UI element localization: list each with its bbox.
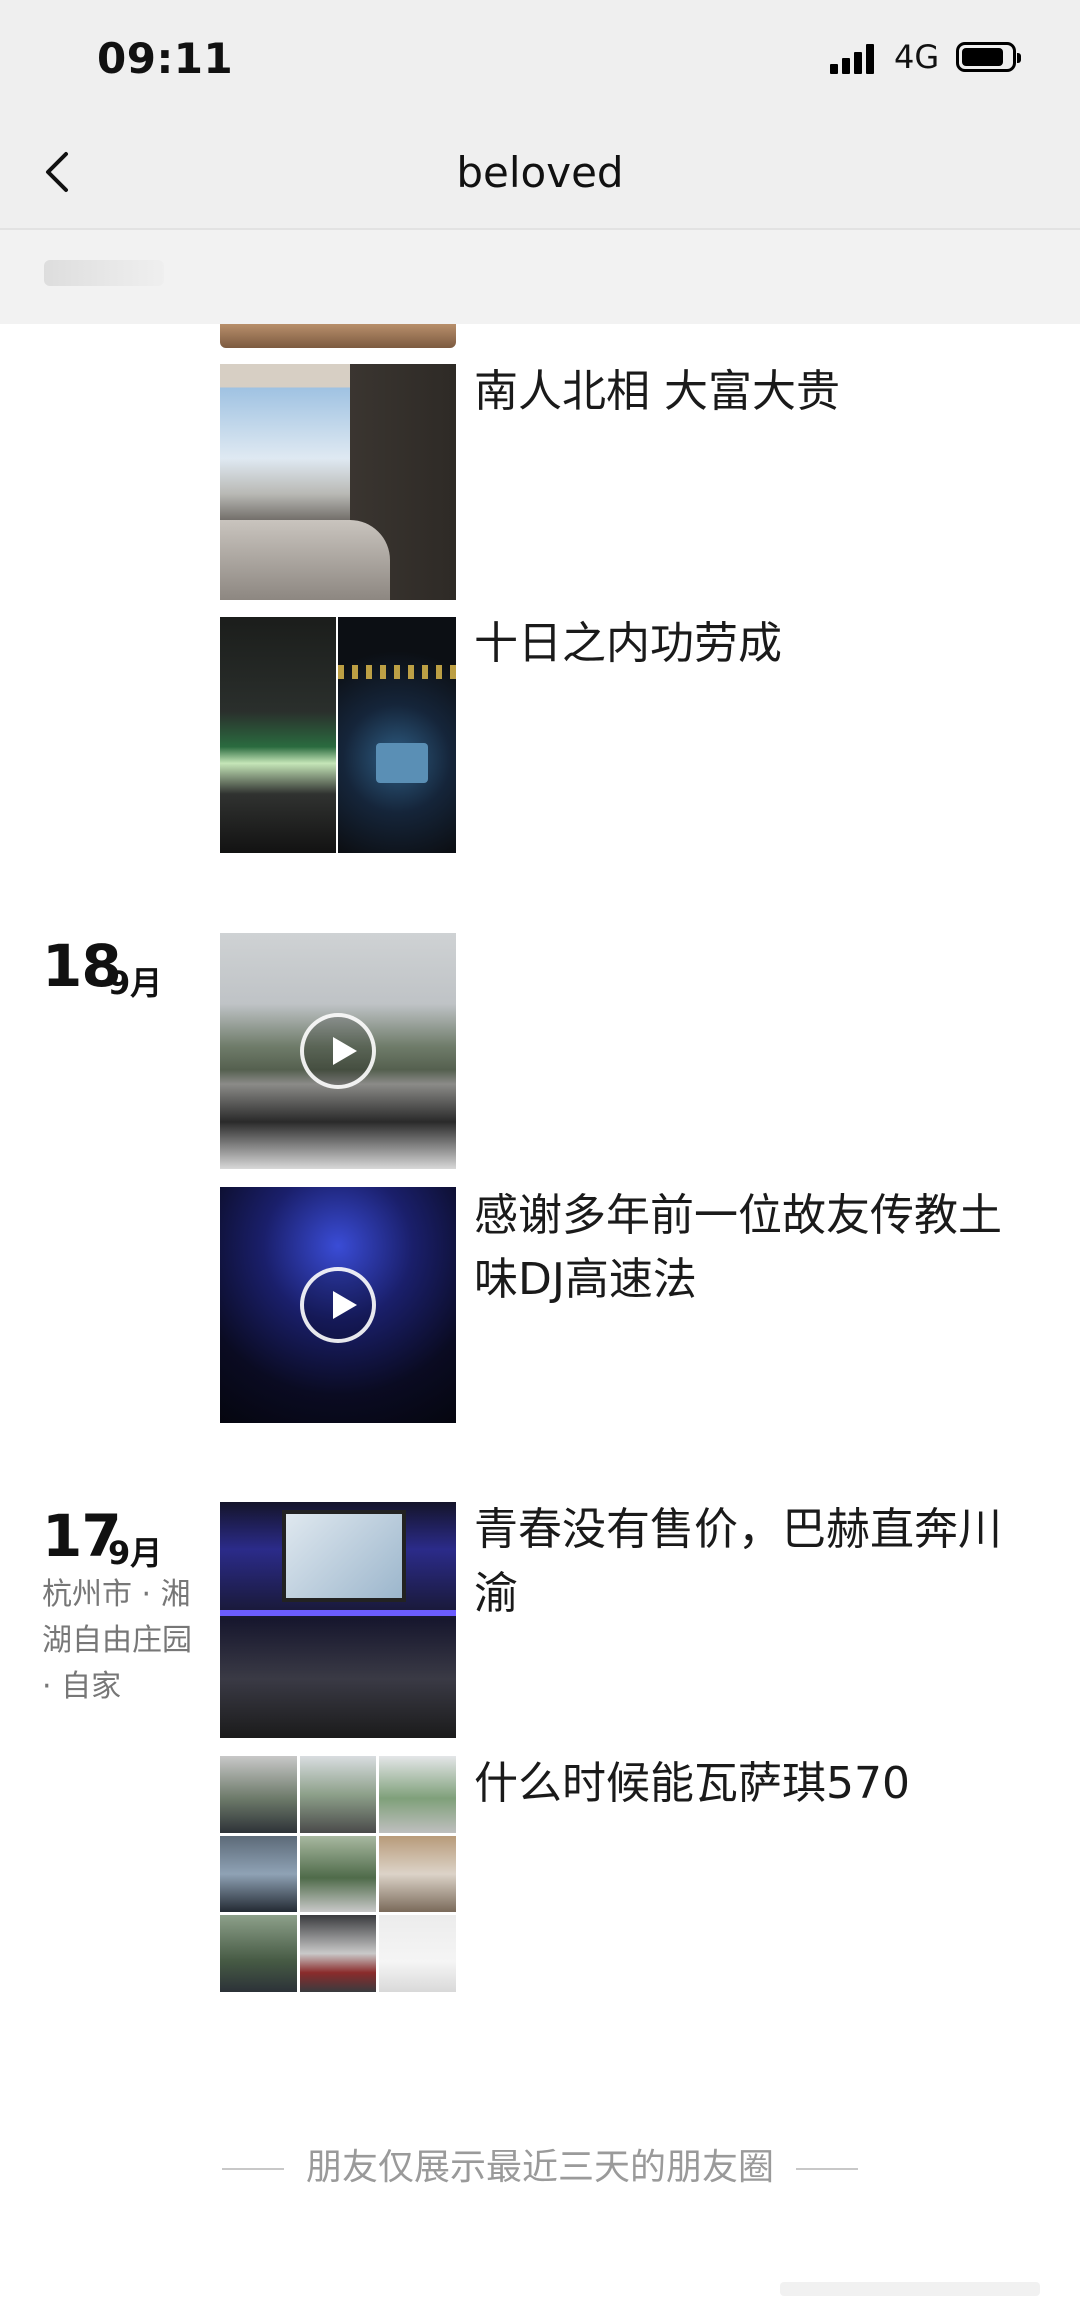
play-icon[interactable] bbox=[300, 1013, 376, 1089]
post-thumbnail-night-road[interactable] bbox=[220, 617, 336, 853]
post-caption[interactable]: 什么时候能瓦萨琪570 bbox=[474, 1752, 1014, 1816]
post-caption[interactable]: 十日之内功劳成 bbox=[474, 612, 1014, 676]
post-thumbnail-dashboard[interactable] bbox=[338, 617, 456, 853]
post-caption[interactable]: 感谢多年前一位故友传教土味DJ高速法 bbox=[474, 1184, 1014, 1312]
signal-icon bbox=[830, 42, 882, 74]
network-label: 4G bbox=[894, 38, 940, 76]
page-title: beloved bbox=[456, 148, 624, 197]
post-thumbnail-partial[interactable] bbox=[220, 324, 456, 348]
post-thumbnail-grid[interactable] bbox=[220, 1756, 456, 1992]
watermark bbox=[780, 2282, 1040, 2296]
post-thumbnail-car-interior[interactable] bbox=[220, 1502, 456, 1738]
status-time: 09:11 bbox=[97, 34, 234, 83]
post-caption[interactable]: 青春没有售价，巴赫直奔川渝 bbox=[474, 1498, 1014, 1626]
post-video-ambient-light[interactable] bbox=[220, 1187, 456, 1423]
divider-line bbox=[221, 2168, 284, 2170]
nav-bar: beloved bbox=[0, 120, 1080, 230]
divider-line bbox=[796, 2168, 858, 2170]
battery-icon bbox=[956, 42, 1021, 72]
post-date-month: 9月 bbox=[108, 1534, 163, 1572]
post-date-month: 9月 bbox=[108, 964, 163, 1002]
post-location: 杭州市 · 湘湖自由庄园 · 自家 bbox=[42, 1577, 192, 1704]
post-thumbnail-hotel-room[interactable] bbox=[220, 364, 456, 600]
post-video-highway[interactable] bbox=[220, 933, 456, 1169]
post-caption[interactable]: 南人北相 大富大贵 bbox=[474, 360, 1014, 424]
status-bar: 09:11 4G bbox=[0, 0, 1080, 120]
feed-footer-note: 朋友仅展示最近三天的朋友圈 bbox=[0, 2138, 1080, 2190]
footer-text: 朋友仅展示最近三天的朋友圈 bbox=[305, 2147, 774, 2188]
blurred-subheader bbox=[0, 230, 1080, 324]
play-icon[interactable] bbox=[300, 1267, 376, 1343]
